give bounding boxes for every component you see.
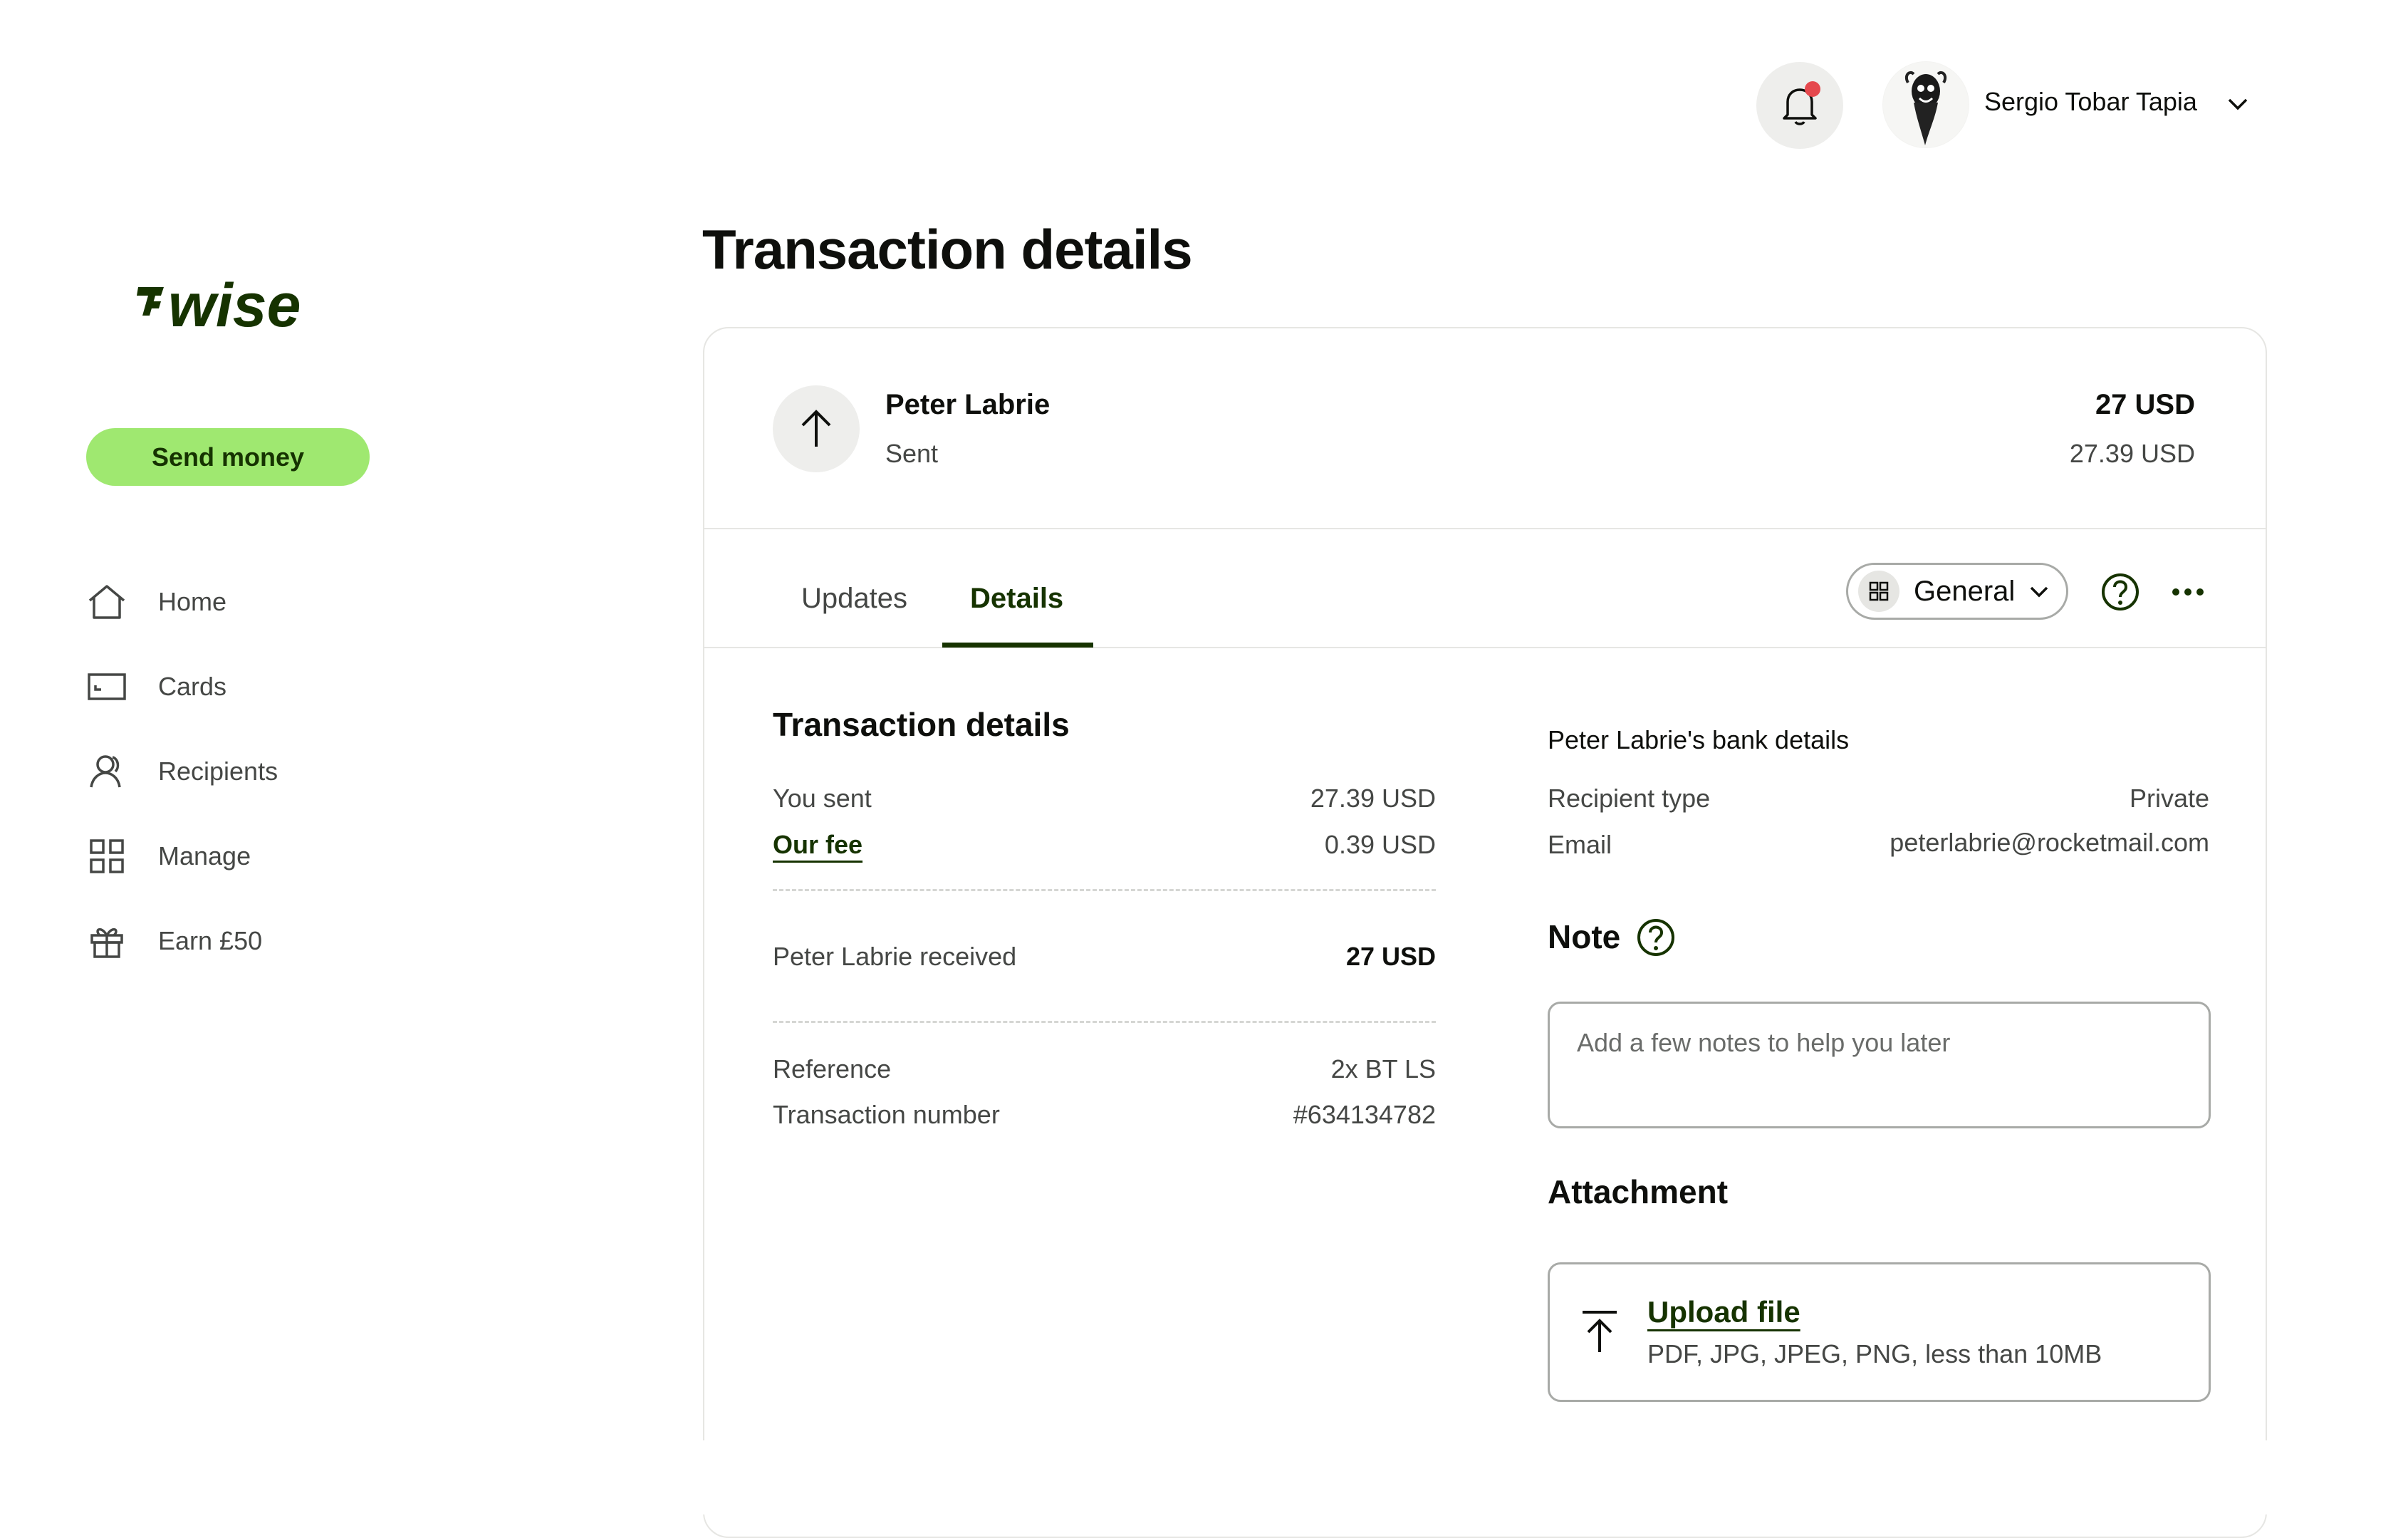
- gift-icon: [85, 920, 128, 962]
- transaction-number-value: #634134782: [1293, 1100, 1436, 1129]
- email-value: peterlabrie@rocketmail.com: [1890, 828, 2209, 857]
- sidebar-item-label: Recipients: [158, 757, 278, 786]
- grid-icon: [85, 835, 128, 878]
- bank-details-title: Peter Labrie's bank details: [1548, 725, 1850, 754]
- sidebar-item-label: Home: [158, 587, 227, 616]
- received-label: Peter Labrie received: [773, 942, 1017, 971]
- tab-updates[interactable]: Updates: [801, 583, 907, 615]
- upload-file-link[interactable]: Upload file: [1647, 1295, 1800, 1329]
- upload-dropzone[interactable]: [1548, 1262, 2211, 1402]
- fee-value: 0.39 USD: [1324, 830, 1436, 859]
- card-icon: [85, 665, 128, 708]
- help-icon[interactable]: [2100, 572, 2140, 612]
- upload-hint: PDF, JPG, JPEG, PNG, less than 10MB: [1647, 1339, 2102, 1368]
- page-title: Transaction details: [702, 218, 1193, 281]
- sidebar-item-recipients[interactable]: Recipients: [85, 747, 342, 796]
- email-label: Email: [1548, 830, 1612, 859]
- logo-text: wise: [168, 274, 301, 338]
- you-sent-label: You sent: [773, 784, 872, 813]
- divider: [703, 647, 2267, 648]
- chevron-down-icon: [2028, 580, 2050, 603]
- note-input[interactable]: Add a few notes to help you later: [1548, 1002, 2211, 1128]
- transaction-number-label: Transaction number: [773, 1100, 1000, 1129]
- recipients-icon: [85, 750, 128, 793]
- arrow-up-icon: [773, 385, 860, 472]
- recipient-type-value: Private: [2129, 784, 2209, 813]
- help-icon[interactable]: [1636, 918, 1676, 957]
- received-value: 27 USD: [1345, 942, 1436, 971]
- sidebar-item-label: Manage: [158, 841, 251, 871]
- more-options-icon[interactable]: [2170, 578, 2206, 606]
- notifications-button[interactable]: [1756, 62, 1843, 149]
- category-select[interactable]: General: [1846, 563, 2068, 620]
- tab-details[interactable]: Details: [970, 583, 1063, 615]
- home-icon: [85, 581, 128, 623]
- active-tab-indicator: [942, 643, 1093, 648]
- recipient-type-label: Recipient type: [1548, 784, 1711, 813]
- reference-value: 2x BT LS: [1330, 1054, 1436, 1084]
- section-title: Transaction details: [773, 706, 1070, 743]
- avatar[interactable]: [1882, 61, 1969, 148]
- sidebar-item-label: Cards: [158, 672, 227, 701]
- sidebar-item-earn[interactable]: Earn £50: [85, 916, 342, 966]
- user-name[interactable]: Sergio Tobar Tapia: [1984, 87, 2197, 117]
- transaction-amount: 27 USD: [2095, 389, 2195, 420]
- sidebar-item-label: Earn £50: [158, 926, 263, 955]
- category-label: General: [1914, 575, 2016, 607]
- sidebar-item-cards[interactable]: Cards: [85, 662, 342, 712]
- grid-icon: [1858, 571, 1899, 612]
- you-sent-value: 27.39 USD: [1310, 784, 1436, 813]
- divider: [773, 889, 1436, 891]
- sidebar-item-manage[interactable]: Manage: [85, 831, 342, 881]
- divider: [703, 528, 2267, 529]
- transaction-sub-amount: 27.39 USD: [2069, 439, 2195, 468]
- reference-label: Reference: [773, 1054, 892, 1084]
- attachment-title: Attachment: [1548, 1173, 1729, 1210]
- page-bottom: [0, 1440, 2408, 1514]
- upload-icon: [1578, 1309, 1621, 1355]
- unread-indicator: [1805, 81, 1820, 97]
- wise-logo[interactable]: wise: [135, 274, 328, 338]
- divider: [773, 1021, 1436, 1023]
- send-money-button[interactable]: Send money: [86, 428, 370, 486]
- chevron-down-icon[interactable]: [2225, 91, 2251, 117]
- sidebar-item-home[interactable]: Home: [85, 577, 342, 627]
- transaction-status: Sent: [885, 439, 939, 468]
- recipient-name: Peter Labrie: [885, 389, 1051, 420]
- note-title: Note: [1548, 918, 1621, 955]
- our-fee-link[interactable]: Our fee: [773, 830, 862, 860]
